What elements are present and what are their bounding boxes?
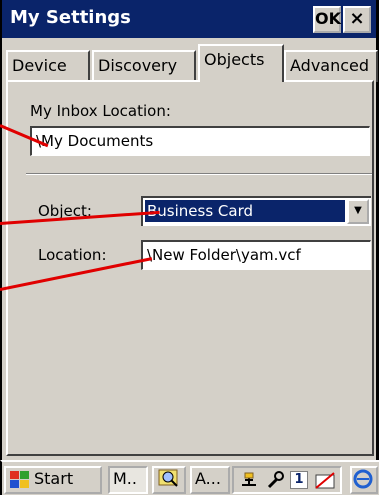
tab-device[interactable]: Device — [6, 50, 90, 82]
keyboard-off-icon[interactable] — [314, 471, 336, 491]
search-icon — [158, 469, 178, 487]
object-combobox[interactable]: Business Card ▼ — [141, 196, 371, 226]
chevron-down-icon[interactable]: ▼ — [347, 199, 369, 224]
location-label: Location: — [38, 246, 107, 264]
object-selected-value[interactable]: Business Card — [145, 200, 345, 222]
window-title: My Settings — [10, 7, 131, 28]
taskbar: Start M.. A... 1 — [0, 460, 379, 495]
windows-flag-icon — [10, 471, 30, 489]
close-button[interactable]: × — [343, 6, 371, 33]
network-icon[interactable] — [238, 471, 260, 491]
location-field[interactable]: \New Folder\yam.vcf — [141, 240, 371, 270]
system-tray: 1 — [232, 466, 342, 494]
inbox-location-field[interactable]: \My Documents — [30, 126, 370, 156]
ok-button[interactable]: OK — [313, 6, 341, 33]
tab-discovery[interactable]: Discovery — [92, 50, 196, 82]
wrench-icon[interactable] — [264, 471, 286, 491]
tab-advanced[interactable]: Advanced — [284, 50, 378, 82]
browser-icon[interactable] — [350, 466, 378, 494]
title-bar: My Settings OK × — [2, 0, 376, 38]
settings-window: My Settings OK × Device Discovery Object… — [0, 0, 379, 460]
input-number-icon[interactable]: 1 — [290, 471, 308, 489]
start-button[interactable]: Start — [4, 466, 102, 494]
tab-objects[interactable]: Objects — [198, 44, 284, 82]
taskbar-app-button[interactable]: M.. — [108, 466, 148, 494]
inbox-location-label: My Inbox Location: — [30, 102, 171, 120]
separator — [26, 173, 372, 175]
taskbar-app-button[interactable]: A... — [190, 466, 230, 494]
tab-strip: Device Discovery Objects Advanced — [6, 42, 378, 82]
taskbar-search-button[interactable] — [152, 466, 186, 494]
start-label: Start — [34, 469, 74, 488]
